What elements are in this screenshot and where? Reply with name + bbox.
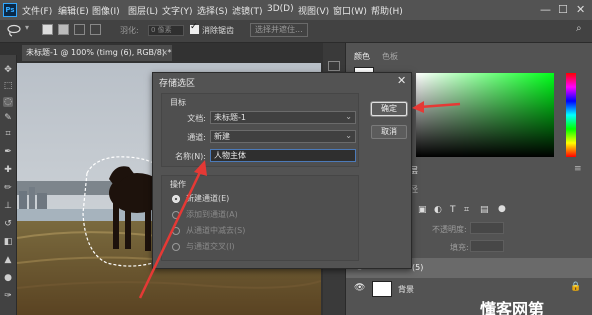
menu-file[interactable]: 文件(F)	[22, 4, 52, 17]
menu-image[interactable]: 图像(I)	[92, 4, 120, 17]
menu-layer[interactable]: 图层(L)	[128, 4, 158, 17]
opacity-input[interactable]	[470, 222, 504, 234]
gradient-tool-icon[interactable]: ▲	[3, 255, 13, 265]
opacity-label: 不透明度:	[432, 225, 467, 234]
watermark: 懂客网第	[480, 296, 592, 315]
target-group: 目标 文档: 未标题-1 ⌄ 通道: 新建 ⌄ 名称(N): 人物主体	[161, 93, 359, 167]
filter-smart-icon[interactable]: ▤	[480, 205, 489, 215]
add-selection-icon[interactable]	[58, 24, 69, 35]
intersect-selection-icon[interactable]	[90, 24, 101, 35]
radio-intersect-channel[interactable]	[172, 243, 180, 251]
menu-help[interactable]: 帮助(H)	[371, 4, 403, 17]
dodge-tool-icon[interactable]: ●	[3, 273, 13, 283]
filter-toggle-icon[interactable]: ●	[498, 204, 506, 214]
name-label: 名称(N):	[175, 152, 206, 161]
filter-pixel-icon[interactable]: ▣	[418, 205, 427, 215]
feather-label: 羽化:	[120, 26, 139, 35]
minimize-button[interactable]: —	[540, 3, 551, 16]
document-tab[interactable]: 未标题-1 @ 100% (timg (6), RGB/8) * ×	[22, 45, 172, 61]
eye-icon[interactable]: 👁	[354, 283, 365, 293]
dialog-title: 存储选区	[159, 79, 196, 89]
radio-subtract-from-channel-label: 从通道中减去(S)	[186, 226, 246, 235]
menu-select[interactable]: 选择(S)	[197, 4, 228, 17]
lasso-tool-icon[interactable]: ◌	[3, 97, 13, 107]
filter-adjust-icon[interactable]: ◐	[434, 205, 442, 215]
history-brush-icon[interactable]: ↺	[3, 219, 13, 229]
subtract-selection-icon[interactable]	[74, 24, 85, 35]
target-group-label: 目标	[170, 98, 186, 107]
close-tab-icon[interactable]: ×	[161, 45, 168, 61]
ok-button[interactable]: 确定	[371, 102, 407, 116]
save-selection-dialog: 存储选区 ✕ 目标 文档: 未标题-1 ⌄ 通道: 新建 ⌄ 名称(N): 人物…	[152, 72, 412, 269]
radio-subtract-from-channel[interactable]	[172, 227, 180, 235]
close-button[interactable]: ✕	[576, 3, 585, 16]
brush-tool-icon[interactable]: ✏	[3, 183, 13, 193]
channel-select-value: 新建	[214, 132, 230, 141]
antialias-checkbox[interactable]	[190, 22, 199, 34]
photoshop-logo: Ps	[3, 3, 17, 17]
dropdown-arrow-icon[interactable]: ▾	[25, 23, 29, 32]
channel-name-input[interactable]: 人物主体	[210, 149, 356, 162]
new-selection-icon[interactable]	[42, 24, 53, 35]
document-label: 文档:	[187, 114, 206, 123]
fill-label: 填充:	[450, 243, 469, 252]
tab-color[interactable]: 颜色	[354, 51, 370, 62]
tab-swatches[interactable]: 色板	[382, 51, 398, 62]
menu-type[interactable]: 文字(Y)	[162, 4, 193, 17]
channel-select[interactable]: 新建 ⌄	[210, 130, 356, 143]
select-and-mask-button[interactable]: 选择并遮住...	[250, 23, 308, 37]
channel-label: 通道:	[187, 133, 206, 142]
color-field[interactable]	[416, 73, 554, 157]
document-tab-title: 未标题-1 @ 100% (timg (6), RGB/8) *	[26, 48, 172, 57]
document-select-value: 未标题-1	[214, 113, 246, 122]
healing-brush-icon[interactable]: ✚	[3, 165, 13, 175]
radio-intersect-channel-label: 与通道交叉(I)	[186, 242, 235, 251]
antialias-label: 消除锯齿	[202, 26, 234, 35]
marquee-tool-icon[interactable]: ⬚	[3, 81, 13, 91]
menu-window[interactable]: 窗口(W)	[333, 4, 367, 17]
stamp-tool-icon[interactable]: ⊥	[3, 201, 13, 211]
watermark-text: 懂客网第	[480, 300, 545, 315]
lasso-tool-icon[interactable]	[6, 24, 24, 37]
radio-new-channel[interactable]	[172, 195, 180, 203]
pen-tool-icon[interactable]: ✑	[3, 291, 13, 301]
filter-shape-icon[interactable]: ⌗	[464, 205, 469, 215]
hue-slider[interactable]	[566, 73, 576, 157]
chevron-down-icon: ⌄	[345, 112, 352, 121]
menu-view[interactable]: 视图(V)	[298, 4, 329, 17]
layer-thumbnail	[372, 281, 392, 297]
menu-filter[interactable]: 滤镜(T)	[232, 4, 263, 17]
history-icon[interactable]	[328, 61, 340, 71]
eraser-tool-icon[interactable]: ◧	[3, 237, 13, 247]
tools-panel: ✥ ⬚ ◌ ✎ ⌗ ✒ ✚ ✏ ⊥ ↺ ◧ ▲ ● ✑	[0, 55, 17, 315]
menu-edit[interactable]: 编辑(E)	[58, 4, 89, 17]
options-bar: ▾ 羽化: 0 像素 消除锯齿 选择并遮住... ⌕	[0, 20, 592, 43]
quick-select-tool-icon[interactable]: ✎	[3, 113, 13, 123]
chevron-down-icon: ⌄	[345, 131, 352, 140]
filter-type-icon[interactable]: T	[450, 205, 456, 215]
panel-menu-icon[interactable]: ≡	[574, 164, 582, 174]
feather-input[interactable]: 0 像素	[148, 25, 184, 36]
menu-3d[interactable]: 3D(D)	[267, 4, 294, 14]
fill-input[interactable]	[470, 240, 504, 252]
radio-new-channel-label: 新建通道(E)	[186, 194, 230, 203]
background-layer-name: 背景	[398, 285, 414, 294]
radio-add-to-channel-label: 添加到通道(A)	[186, 210, 238, 219]
operation-group-label: 操作	[170, 180, 186, 189]
radio-add-to-channel[interactable]	[172, 211, 180, 219]
lock-icon: 🔒	[570, 282, 582, 292]
layer-name: (5)	[412, 263, 424, 272]
cancel-button[interactable]: 取消	[371, 125, 407, 139]
operation-group: 操作 新建通道(E) 添加到通道(A) 从通道中减去(S) 与通道交叉(I)	[161, 175, 359, 261]
document-select[interactable]: 未标题-1 ⌄	[210, 111, 356, 124]
eyedropper-tool-icon[interactable]: ✒	[3, 147, 13, 157]
search-icon[interactable]: ⌕	[576, 23, 582, 34]
crop-tool-icon[interactable]: ⌗	[3, 129, 13, 139]
menu-bar: Ps 文件(F) 编辑(E) 图像(I) 图层(L) 文字(Y) 选择(S) 滤…	[0, 0, 592, 20]
maximize-button[interactable]: ☐	[558, 3, 568, 16]
move-tool-icon[interactable]: ✥	[3, 65, 13, 75]
dialog-close-icon[interactable]: ✕	[397, 74, 406, 87]
